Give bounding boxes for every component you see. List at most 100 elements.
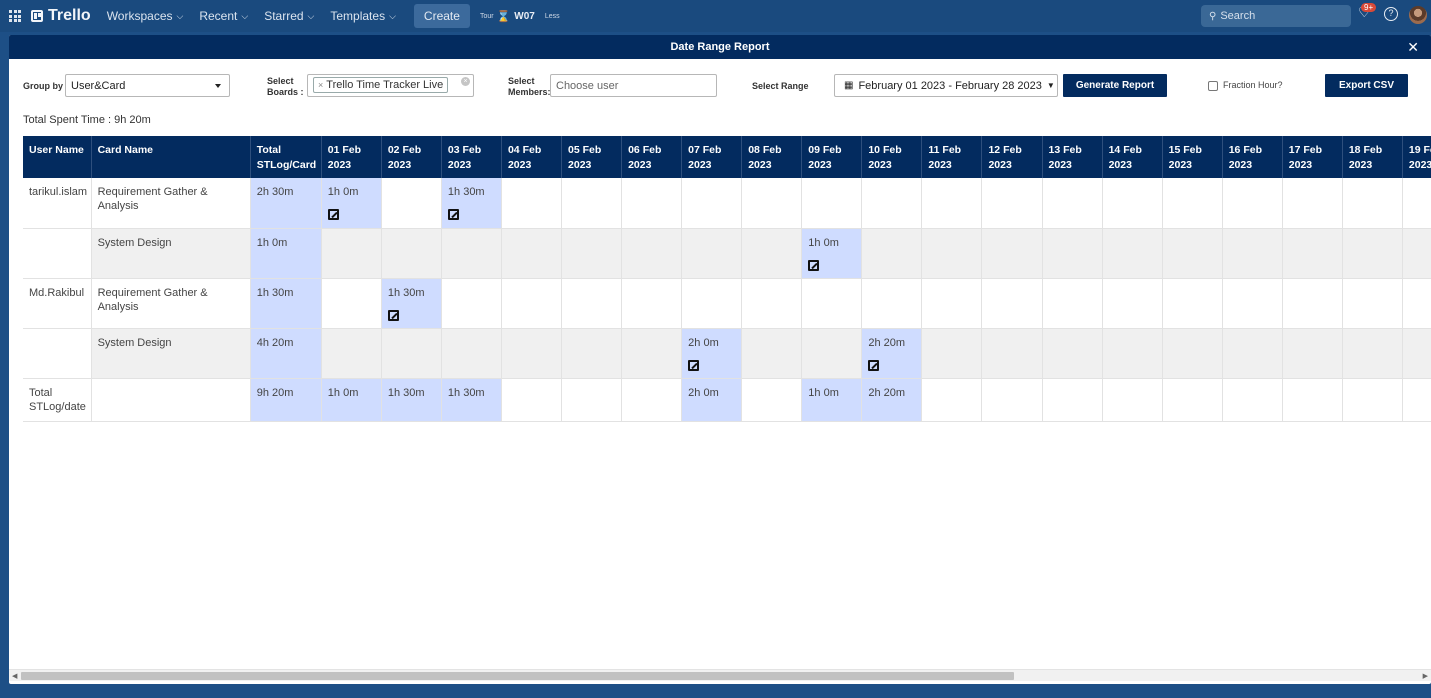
modal-header: Date Range Report ✕ <box>9 35 1431 59</box>
tour-label[interactable]: Tour <box>480 13 494 20</box>
trello-logo[interactable]: Trello <box>31 7 91 25</box>
day-total-cell: 1h 30m <box>441 378 502 422</box>
column-header: 01 Feb 2023 <box>321 136 382 178</box>
day-cell <box>1162 228 1223 279</box>
timer-icon[interactable]: ⌛ <box>497 10 511 23</box>
day-cell <box>1342 228 1403 279</box>
export-csv-button[interactable]: Export CSV <box>1325 74 1408 97</box>
day-total-cell <box>501 378 563 422</box>
table-row: System Design 1h 0m 1h 0m <box>23 228 1431 279</box>
board-tag[interactable]: × Trello Time Tracker Live <box>313 77 449 93</box>
day-cell <box>1102 328 1163 379</box>
week-label[interactable]: W07 <box>514 11 535 22</box>
nav-templates[interactable]: Templates ⌵ <box>330 9 396 23</box>
column-header: User Name <box>23 136 92 178</box>
day-cell <box>861 178 923 229</box>
day-cell <box>981 178 1043 229</box>
day-cell <box>741 278 803 329</box>
day-cell <box>1402 178 1431 229</box>
day-total-cell <box>1042 378 1103 422</box>
create-button[interactable]: Create <box>413 4 470 28</box>
total-row: Total STLog/date 9h 20m 1h 0m 1h 30m 1h 30m 2… <box>23 378 1431 422</box>
members-input[interactable]: Choose user <box>550 74 717 97</box>
cell-value: System Design <box>97 236 172 249</box>
remove-tag-icon[interactable]: × <box>318 80 323 90</box>
day-cell <box>561 178 623 229</box>
total-per-card-cell: 4h 20m <box>250 328 322 379</box>
edit-icon[interactable] <box>868 359 880 371</box>
edit-icon[interactable] <box>447 209 459 220</box>
day-total-cell <box>621 378 683 422</box>
day-total-cell <box>921 378 983 422</box>
boards-multiselect[interactable]: × Trello Time Tracker Live × <box>307 74 474 97</box>
day-cell[interactable]: 1h 30m <box>381 278 442 329</box>
nav-workspaces[interactable]: Workspaces ⌵ <box>107 9 184 23</box>
close-icon[interactable]: ✕ <box>1407 35 1419 59</box>
card-name-cell: Requirement Gather & Analysis <box>91 278 251 329</box>
day-cell <box>801 178 863 229</box>
total-spent-time: Total Spent Time : 9h 20m <box>23 114 151 126</box>
day-cell <box>741 328 803 379</box>
day-cell <box>1402 228 1431 279</box>
day-total-cell <box>1102 378 1163 422</box>
table-row: Md.Rakibul Requirement Gather & Analysis 1… <box>23 278 1431 329</box>
nav-recent[interactable]: Recent ⌵ <box>199 9 248 23</box>
scrollbar-thumb[interactable] <box>21 672 1014 680</box>
cell-value: Requirement Gather & Analysis <box>97 186 208 212</box>
date-range-picker[interactable]: ▦ February 01 2023 - February 28 2023 ▼ <box>834 74 1058 97</box>
nav-starred[interactable]: Starred ⌵ <box>264 9 314 23</box>
day-cell[interactable]: 1h 0m <box>801 228 863 279</box>
day-cell <box>1162 278 1223 329</box>
day-cell[interactable]: 2h 20m <box>861 328 923 379</box>
avatar[interactable] <box>1409 6 1427 24</box>
day-cell <box>681 228 743 279</box>
group-by-select[interactable]: User&Card <box>65 74 230 97</box>
edit-icon[interactable] <box>688 359 700 371</box>
search-icon: ⚲ <box>1209 10 1217 22</box>
day-cell[interactable]: 1h 30m <box>441 178 502 229</box>
cell-value: 1h 30m <box>387 286 425 299</box>
cell-value: 1h 0m <box>808 386 839 399</box>
search-input[interactable]: ⚲ Search <box>1201 5 1351 27</box>
day-cell <box>321 328 382 379</box>
clear-icon[interactable]: × <box>461 77 470 86</box>
day-cell <box>321 228 382 279</box>
edit-icon[interactable] <box>387 309 399 321</box>
day-cell <box>981 328 1043 379</box>
day-cell <box>1222 178 1283 229</box>
fraction-hour-checkbox[interactable] <box>1208 81 1218 91</box>
day-total-cell <box>1342 378 1403 422</box>
day-cell <box>1042 228 1103 279</box>
day-cell <box>621 178 683 229</box>
edit-icon[interactable] <box>808 259 820 271</box>
scroll-right-icon[interactable]: ▶ <box>1423 672 1428 680</box>
day-cell <box>861 228 923 279</box>
horizontal-scrollbar[interactable]: ◀ ▶ <box>9 669 1431 681</box>
user-name-cell: tarikul.islam <box>23 178 92 229</box>
edit-icon[interactable] <box>327 209 339 220</box>
column-header: 09 Feb 2023 <box>801 136 863 178</box>
day-cell <box>621 278 683 329</box>
scroll-left-icon[interactable]: ◀ <box>12 672 17 680</box>
help-icon[interactable]: ? <box>1384 7 1398 21</box>
cell-value: tarikul.islam <box>29 186 88 198</box>
cell-value: 1h 0m <box>327 386 359 399</box>
day-cell <box>1402 328 1431 379</box>
caret-down-icon <box>215 84 221 88</box>
day-cell <box>1042 328 1103 379</box>
day-total-cell <box>561 378 623 422</box>
calendar-icon: ▦ <box>844 80 854 91</box>
caret-down-icon: ▼ <box>1046 81 1055 90</box>
cell-value: 1h 0m <box>256 236 288 249</box>
cell-value: 9h 20m <box>256 386 294 399</box>
card-name-cell: System Design <box>91 228 251 279</box>
day-total-cell <box>1282 378 1343 422</box>
day-total-cell <box>1402 378 1431 422</box>
day-cell[interactable]: 2h 0m <box>681 328 743 379</box>
day-cell[interactable]: 1h 0m <box>321 178 382 229</box>
day-cell <box>861 278 923 329</box>
less-label[interactable]: Less <box>545 13 560 20</box>
day-cell <box>561 228 623 279</box>
generate-report-button[interactable]: Generate Report <box>1063 74 1167 97</box>
apps-grid-icon[interactable] <box>9 10 21 22</box>
